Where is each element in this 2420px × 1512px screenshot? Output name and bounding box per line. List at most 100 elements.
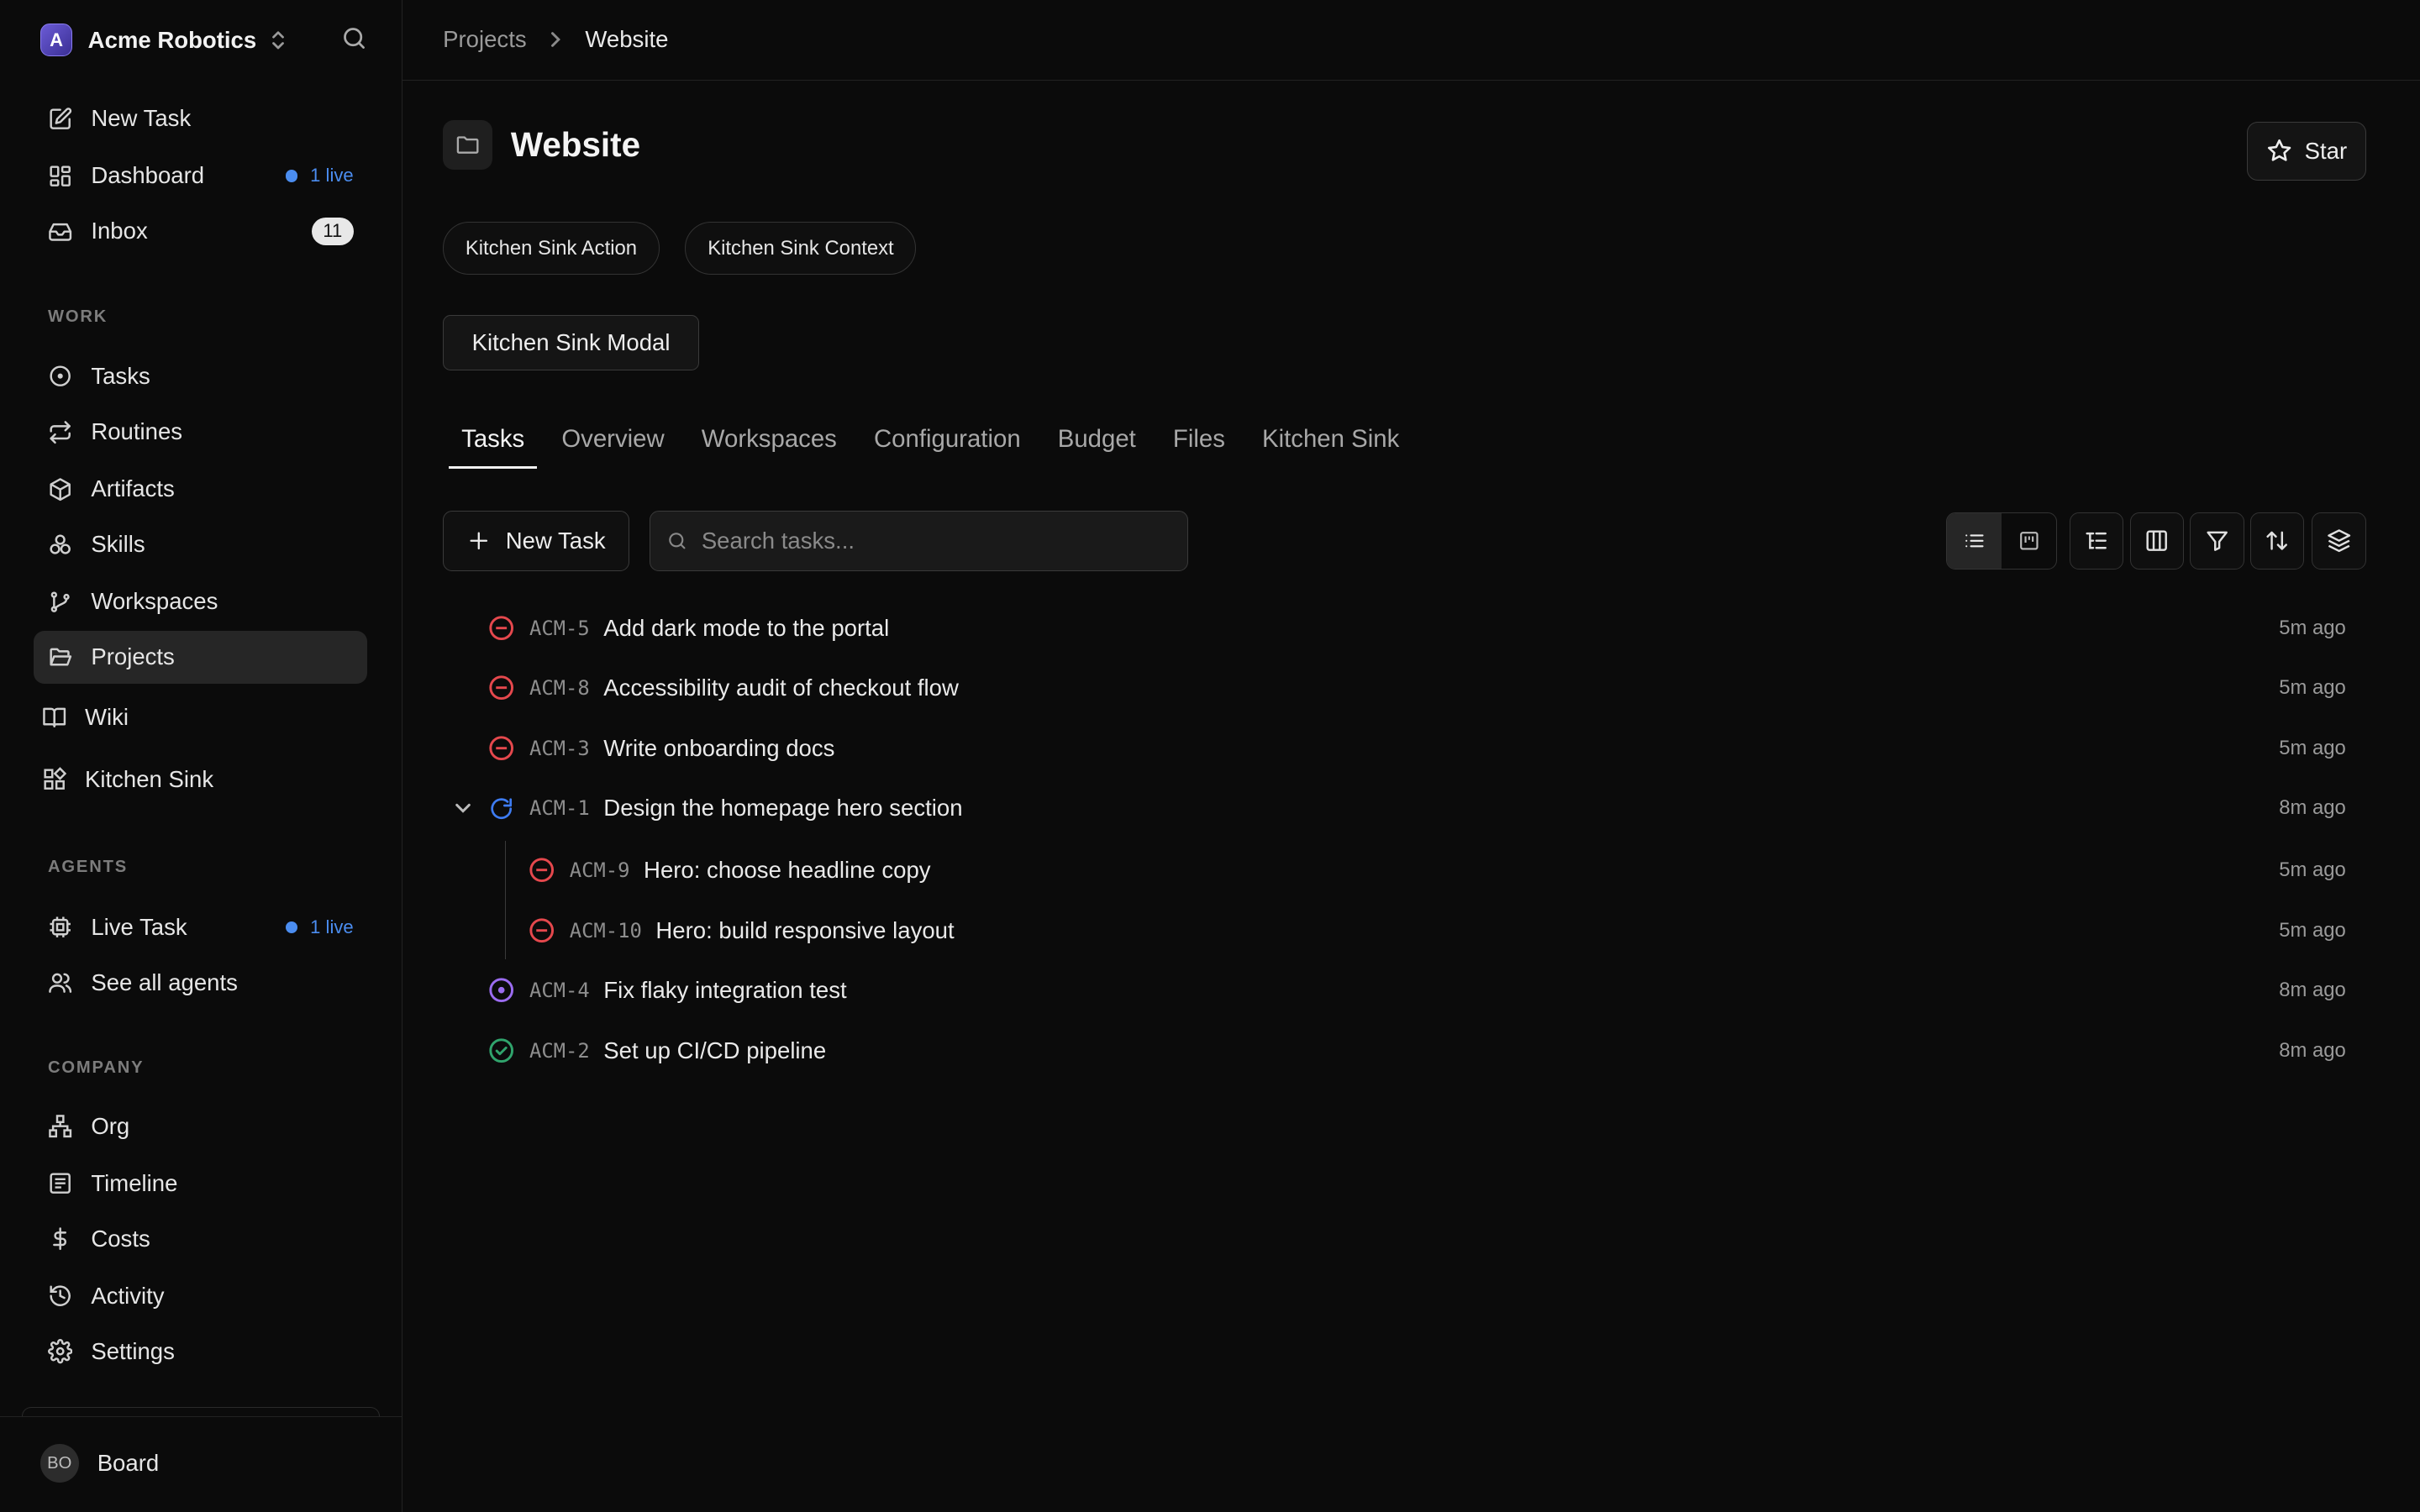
task-id: ACM-1 — [529, 796, 590, 821]
tab-budget[interactable]: Budget — [1039, 413, 1155, 469]
kitchen-sink-modal-button[interactable]: Kitchen Sink Modal — [443, 314, 700, 370]
tab-overview[interactable]: Overview — [543, 413, 682, 469]
search-icon — [666, 530, 688, 552]
task-row[interactable]: ACM-4 Fix flaky integration test 8m ago — [443, 963, 2365, 1018]
task-id: ACM-8 — [529, 676, 590, 701]
task-row[interactable]: ACM-1 Design the homepage hero section 8… — [443, 780, 2365, 836]
task-title: Design the homepage hero section — [603, 795, 963, 822]
sidebar-item-org[interactable]: Org — [34, 1100, 367, 1152]
sidebar-item-label: Wiki — [84, 704, 129, 731]
board-view-button[interactable] — [2002, 513, 2056, 569]
filter-button[interactable] — [2190, 512, 2244, 570]
breadcrumb-current: Website — [585, 26, 669, 53]
search-field — [650, 510, 1189, 571]
subtask-row[interactable]: ACM-9 Hero: choose headline copy 5m ago — [443, 843, 2365, 898]
sidebar-item-timeline[interactable]: Timeline — [34, 1158, 367, 1210]
sidebar-item-artifacts[interactable]: Artifacts — [34, 463, 367, 515]
chevron-down-icon[interactable] — [454, 799, 472, 817]
sidebar-item-inbox[interactable]: Inbox 11 — [34, 205, 367, 257]
kitchen-sink-action-button[interactable]: Kitchen Sink Action — [443, 222, 660, 275]
page-title: Website — [510, 125, 641, 165]
company-name: Acme Robotics — [87, 26, 257, 53]
blocked-status-icon[interactable] — [529, 858, 554, 883]
in-progress-status-icon[interactable] — [489, 796, 513, 821]
new-task-label: New Task — [505, 527, 606, 554]
sidebar-item-label: Org — [91, 1112, 130, 1139]
sidebar-item-label: Activity — [91, 1282, 165, 1309]
kitchen-sink-context-button[interactable]: Kitchen Sink Context — [685, 222, 917, 275]
sidebar-item-workspaces[interactable]: Workspaces — [34, 575, 367, 627]
sidebar-item-settings[interactable]: Settings — [34, 1326, 367, 1378]
dashboard-icon — [48, 164, 72, 188]
user-menu[interactable]: BO Board — [39, 1444, 160, 1483]
task-id: ACM-9 — [569, 858, 630, 882]
circle-dot-icon — [48, 364, 72, 388]
task-title: Fix flaky integration test — [603, 977, 847, 1004]
tab-tasks[interactable]: Tasks — [443, 413, 543, 470]
sidebar-item-activity[interactable]: Activity — [34, 1270, 367, 1322]
company-switcher[interactable]: A Acme Robotics — [39, 22, 371, 59]
git-branch-icon — [48, 590, 72, 614]
section-label-company: COMPANY — [47, 1058, 145, 1077]
tab-kitchen-sink[interactable]: Kitchen Sink — [1244, 413, 1418, 469]
tab-files[interactable]: Files — [1155, 413, 1244, 469]
sidebar-item-see-all-agents[interactable]: See all agents — [34, 957, 367, 1009]
task-time: 5m ago — [2279, 676, 2346, 700]
task-id: ACM-5 — [529, 616, 590, 640]
sidebar-item-costs[interactable]: Costs — [34, 1213, 367, 1265]
blocks-icon — [42, 766, 66, 791]
chevron-right-icon — [548, 30, 563, 49]
task-row[interactable]: ACM-8 Accessibility audit of checkout fl… — [443, 660, 2365, 716]
sidebar-item-dashboard[interactable]: Dashboard 1 live — [34, 150, 367, 202]
sidebar-item-label: Projects — [91, 643, 175, 670]
group-button[interactable] — [2312, 512, 2366, 570]
subtask-row[interactable]: ACM-10 Hero: build responsive layout 5m … — [443, 902, 2365, 958]
sidebar-item-wiki[interactable]: Wiki — [28, 691, 361, 743]
sort-icon — [2265, 528, 2289, 553]
blocked-status-icon[interactable] — [529, 918, 554, 942]
todo-status-icon[interactable] — [489, 978, 514, 1003]
task-row[interactable]: ACM-5 Add dark mode to the portal 5m ago — [443, 600, 2365, 655]
sidebar-item-label: Kitchen Sink — [84, 765, 214, 792]
chevrons-up-down-icon — [269, 29, 287, 51]
sidebar-item-projects[interactable]: Projects — [34, 631, 368, 684]
blocked-status-icon[interactable] — [489, 616, 514, 640]
user-name: Board — [97, 1450, 160, 1477]
tab-configuration[interactable]: Configuration — [855, 413, 1039, 469]
sidebar-item-tasks[interactable]: Tasks — [34, 350, 367, 402]
blocked-status-icon[interactable] — [489, 675, 514, 701]
list-view-button[interactable] — [1947, 512, 2002, 569]
search-icon[interactable] — [340, 24, 368, 52]
task-id: ACM-10 — [569, 918, 642, 942]
search-input[interactable] — [701, 527, 1165, 554]
layers-icon — [2327, 528, 2351, 553]
columns-button[interactable] — [2129, 512, 2184, 570]
task-row[interactable]: ACM-3 Write onboarding docs 5m ago — [443, 721, 2365, 776]
inbox-icon — [48, 219, 72, 244]
sidebar-item-kitchen-sink[interactable]: Kitchen Sink — [28, 753, 361, 805]
star-icon — [2266, 138, 2292, 164]
live-dot — [285, 921, 298, 934]
folder-open-icon — [48, 645, 72, 669]
sidebar-item-live-task[interactable]: Live Task 1 live — [34, 901, 367, 953]
sidebar-item-skills[interactable]: Skills — [34, 518, 367, 570]
tab-workspaces[interactable]: Workspaces — [683, 413, 855, 469]
task-row[interactable]: ACM-2 Set up CI/CD pipeline 8m ago — [443, 1023, 2365, 1079]
breadcrumb: Projects Website — [402, 0, 2420, 81]
box-icon — [48, 477, 72, 501]
breadcrumb-projects[interactable]: Projects — [443, 26, 527, 53]
new-task-button[interactable]: New Task — [443, 510, 630, 571]
sort-button[interactable] — [2249, 512, 2305, 570]
live-count: 1 live — [310, 165, 354, 186]
section-label-agents: AGENTS — [47, 858, 129, 877]
sidebar-item-routines[interactable]: Routines — [34, 406, 367, 458]
task-title: Write onboarding docs — [603, 734, 835, 761]
nesting-button[interactable] — [2070, 512, 2124, 570]
done-status-icon[interactable] — [489, 1038, 514, 1063]
boxes-icon — [48, 533, 72, 557]
star-button[interactable]: Star — [2247, 122, 2366, 181]
blocked-status-icon[interactable] — [489, 736, 514, 761]
sidebar-item-new-task[interactable]: New Task — [34, 92, 367, 144]
network-icon — [48, 1114, 72, 1138]
columns-icon — [2144, 528, 2169, 553]
